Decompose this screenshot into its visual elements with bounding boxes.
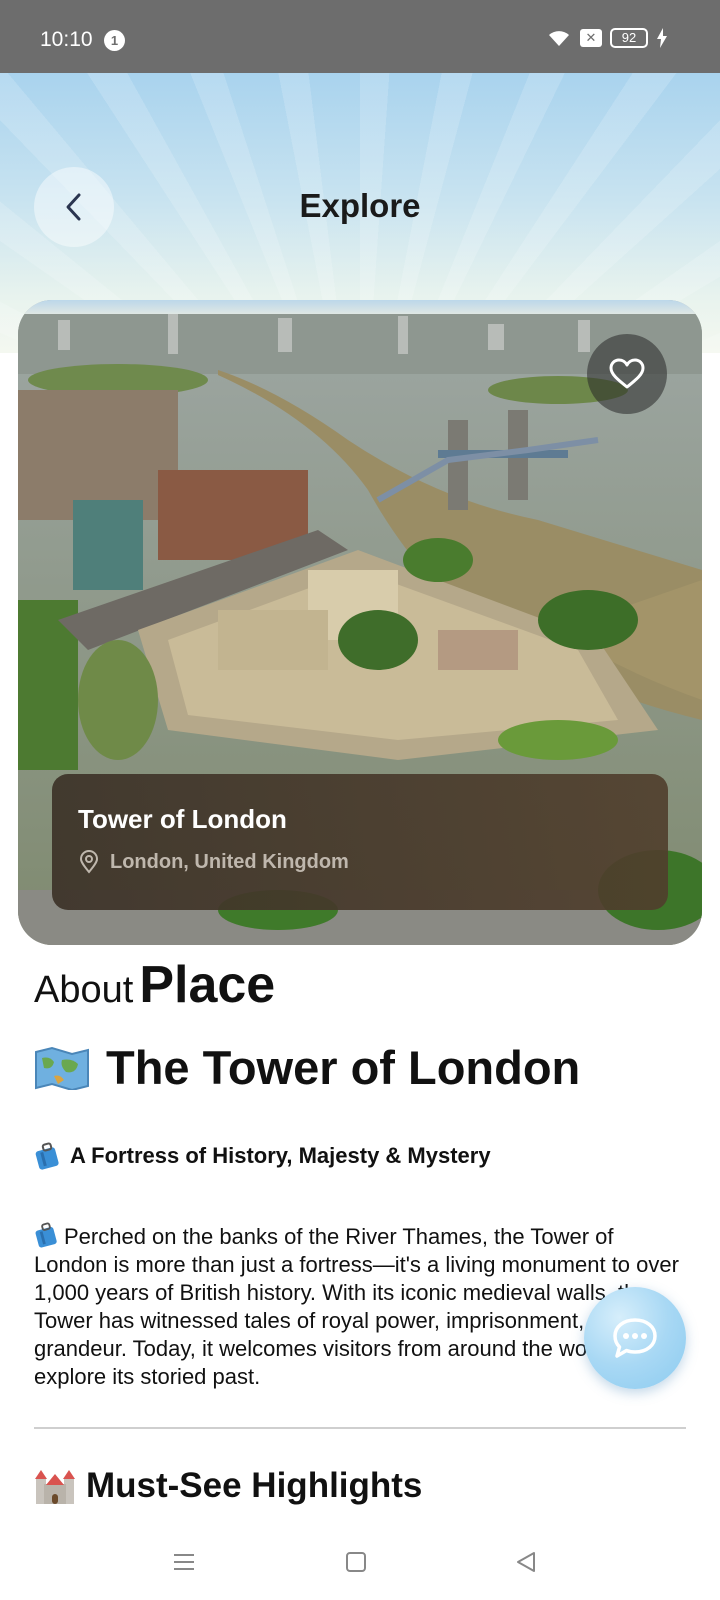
- battery-icon: 92: [610, 28, 648, 48]
- chat-button[interactable]: [584, 1287, 686, 1389]
- wifi-icon: [549, 31, 569, 46]
- about-place-label: Place: [139, 956, 276, 1014]
- castle-icon: [35, 1470, 75, 1504]
- favorite-button[interactable]: [587, 334, 667, 414]
- highlights-title: Must-See Highlights: [86, 1466, 423, 1505]
- luggage-icon: [35, 1222, 57, 1248]
- page-title: Explore: [299, 187, 421, 224]
- article-title: The Tower of London: [34, 1040, 580, 1095]
- map-pin-icon: [79, 850, 99, 874]
- about-label: About: [34, 969, 134, 1011]
- article-paragraph: Perched on the banks of the River Thames…: [34, 1222, 684, 1391]
- place-name: Tower of London: [78, 804, 287, 834]
- article-paragraph-text: Perched on the banks of the River Thames…: [34, 1224, 679, 1389]
- system-nav-bar: [0, 1530, 720, 1600]
- world-map-icon: [35, 1046, 89, 1090]
- status-bar: 10:10 1 ✕ 92: [0, 0, 720, 73]
- highlights-heading: Must-See Highlights: [34, 1466, 422, 1506]
- notification-badge: 1: [104, 30, 125, 51]
- charging-icon: [657, 28, 667, 48]
- place-info-card: Tower of London London, United Kingdom: [52, 774, 668, 910]
- chat-bubble-icon: [613, 1318, 657, 1358]
- article-title-text: The Tower of London: [106, 1041, 581, 1094]
- status-icons: ✕ 92: [546, 28, 668, 48]
- heart-icon: [609, 358, 645, 389]
- home-icon[interactable]: [344, 1550, 368, 1574]
- hero-image-card[interactable]: Tower of London London, United Kingdom: [18, 300, 702, 945]
- place-location-text: London, United Kingdom: [110, 850, 349, 873]
- about-heading: About Place: [34, 955, 275, 1015]
- article-subtitle-text: A Fortress of History, Majesty & Mystery: [70, 1143, 491, 1168]
- article-subtitle: A Fortress of History, Majesty & Mystery: [34, 1142, 491, 1170]
- place-location: London, United Kingdom: [78, 850, 349, 874]
- nav-back-icon[interactable]: [514, 1550, 538, 1574]
- menu-icon[interactable]: [172, 1550, 196, 1574]
- luggage-icon: [35, 1142, 59, 1170]
- no-sim-icon: ✕: [580, 29, 602, 47]
- status-time: 10:10: [40, 28, 93, 51]
- divider: [34, 1427, 686, 1429]
